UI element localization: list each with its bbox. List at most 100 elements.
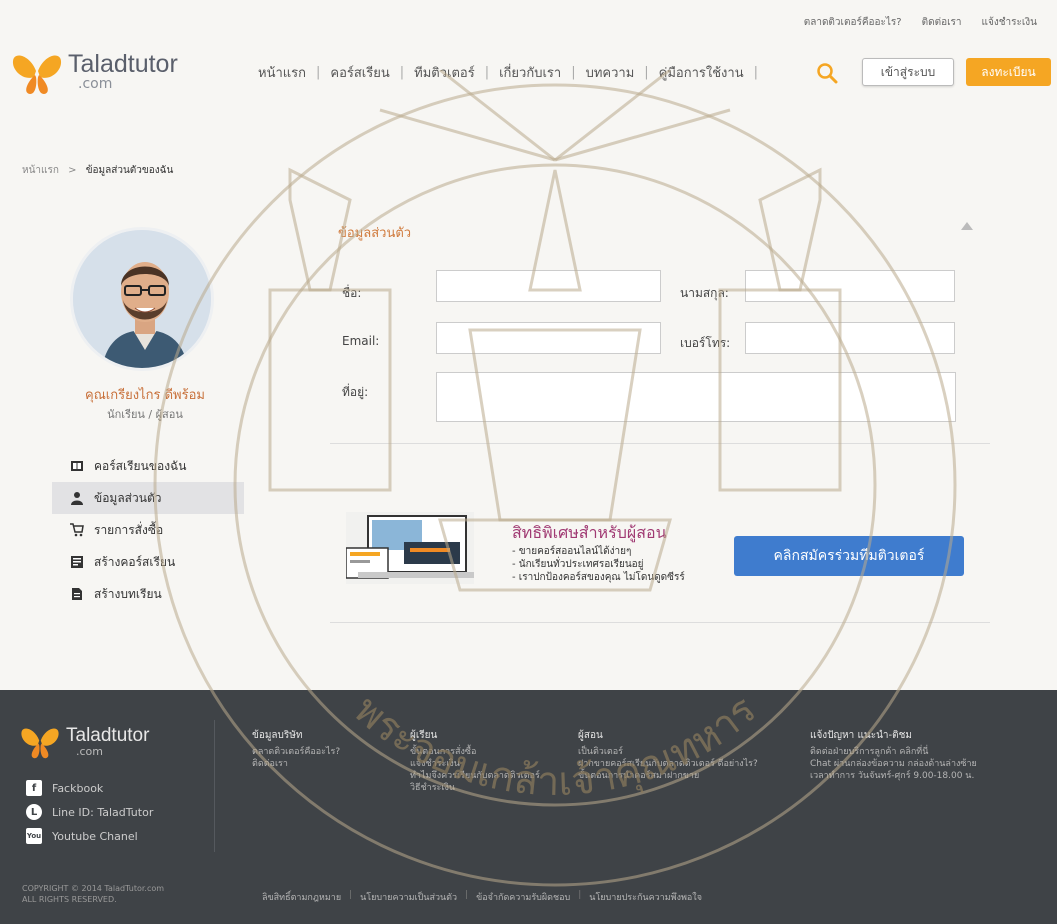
footer-link[interactable]: ตลาดติวเตอร์คืออะไร? [252, 746, 340, 758]
lesson-icon [72, 588, 82, 600]
social-facebook[interactable]: f Fackbook [26, 776, 153, 800]
social-label: Youtube Chanel [52, 829, 138, 843]
footer-link[interactable]: วิธีชำระเงิน [410, 782, 540, 794]
footer-link[interactable]: ฝากขายคอร์สเรียนกับตลาดติวเตอร์ ดีอย่างไ… [578, 758, 758, 770]
copyright: COPYRIGHT © 2014 TaladTutor.com ALL RIGH… [22, 883, 164, 905]
collapse-arrow-icon[interactable] [961, 222, 973, 230]
form-divider [330, 443, 990, 444]
promo-benefit: - นักเรียนทั่วประเทศรอเรียนอยู่ [512, 559, 644, 570]
nav-home[interactable]: หน้าแรก [258, 62, 306, 83]
social-line[interactable]: L Line ID: TaladTutor [26, 800, 153, 824]
top-utility-links: ตลาดติวเตอร์คืออะไร? ติดต่อเรา แจ้งชำระเ… [804, 15, 1037, 30]
line-icon: L [26, 804, 42, 820]
footer-logo-domain: .com [76, 745, 103, 758]
footer-col-tutors: ผู้สอน เป็นติวเตอร์ ฝากขายคอร์สเรียนกับต… [578, 730, 758, 782]
join-tutor-team-button[interactable]: คลิกสมัครร่วมทีมติวเตอร์ [734, 536, 964, 576]
menu-item-label: สร้างคอร์สเรียน [94, 554, 176, 569]
promo-benefits-list: - ขายคอร์สออนไลน์ได้ง่ายๆ - นักเรียนทั่ว… [512, 545, 685, 584]
copyright-line: ALL RIGHTS RESERVED. [22, 895, 117, 904]
avatar-photo [73, 230, 211, 368]
create-course-icon [71, 556, 83, 568]
menu-item-create-course[interactable]: สร้างคอร์สเรียน [52, 546, 244, 578]
payment-notify-link[interactable]: แจ้งชำระเงิน [982, 15, 1037, 30]
profile-role: นักเรียน / ผู้สอน [107, 408, 183, 421]
footer-text: เวลาทำการ วันจันทร์-ศุกร์ 9.00-18.00 น. [810, 771, 975, 781]
search-icon[interactable] [816, 62, 838, 84]
footer-link[interactable]: ขั้นตอนการนำคอร์สมาฝากขาย [578, 770, 758, 782]
menu-item-create-lesson[interactable]: สร้างบทเรียน [52, 578, 244, 610]
footer-col-title: ข้อมูลบริษัท [252, 730, 303, 741]
section-title-personal-info: ข้อมูลส่วนตัว [338, 226, 412, 241]
book-icon [71, 461, 83, 471]
breadcrumb-home[interactable]: หน้าแรก [22, 165, 59, 176]
nav-tutor-team[interactable]: ทีมติวเตอร์ [414, 62, 475, 83]
menu-item-my-courses[interactable]: คอร์สเรียนของฉัน [52, 450, 244, 482]
footer-logo-text: Taladtutor [66, 725, 150, 746]
nav-user-guide[interactable]: คู่มือการใช้งาน [659, 62, 744, 83]
youtube-icon: You [26, 828, 42, 844]
site-header: Taladtutor .com หน้าแรก | คอร์สเรียน | ทีม… [12, 48, 1051, 98]
nav-courses[interactable]: คอร์สเรียน [330, 62, 389, 83]
footer-link[interactable]: ติดต่อเรา [252, 758, 340, 770]
site-logo[interactable]: Taladtutor .com [12, 51, 178, 95]
profile-name: คุณเกรียงไกร ดีพร้อม [85, 388, 205, 403]
user-icon [71, 492, 83, 505]
promo-divider [330, 622, 990, 623]
address-input[interactable] [436, 372, 956, 422]
social-label: Fackbook [52, 781, 104, 795]
main-nav: หน้าแรก | คอร์สเรียน | ทีมติวเตอร์ | เกี่ยว… [258, 62, 768, 83]
breadcrumb-current: ข้อมูลส่วนตัวของฉัน [85, 165, 174, 176]
cart-icon [70, 523, 84, 537]
email-input[interactable] [436, 322, 661, 354]
facebook-icon: f [26, 780, 42, 796]
menu-item-label: รายการสั่งซื้อ [94, 522, 164, 537]
contact-link[interactable]: ติดต่อเรา [922, 15, 962, 30]
butterfly-logo-icon [12, 55, 62, 94]
logo-domain: .com [78, 76, 113, 92]
register-button[interactable]: ลงทะเบียน [966, 58, 1051, 86]
what-is-taladtutor-link[interactable]: ตลาดติวเตอร์คืออะไร? [804, 15, 902, 30]
menu-item-personal-info[interactable]: ข้อมูลส่วนตัว [52, 482, 244, 514]
avatar [70, 227, 214, 371]
laptop-illustration [346, 512, 474, 584]
footer-bottom-links: ลิขสิทธิ์ตามกฎหมาย | นโยบายความเป็นส่วนตั… [262, 890, 702, 904]
footer-col-title: แจ้งปัญหา แนะนำ-ติชม [810, 730, 913, 741]
footer-bottom-link[interactable]: นโยบายประกันความพึงพอใจ [589, 890, 702, 904]
footer-link[interactable]: ขั้นตอนการสั่งซื้อ [410, 746, 540, 758]
copyright-line: COPYRIGHT © 2014 TaladTutor.com [22, 884, 165, 893]
breadcrumb: หน้าแรก > ข้อมูลส่วนตัวของฉัน [22, 163, 173, 178]
menu-item-label: ข้อมูลส่วนตัว [94, 490, 162, 505]
first-name-input[interactable] [436, 270, 661, 302]
footer-col-feedback: แจ้งปัญหา แนะนำ-ติชม ติดต่อฝ่ายบริการลูก… [810, 730, 977, 782]
email-label: Email: [342, 334, 380, 348]
login-button[interactable]: เข้าสู่ระบบ [862, 58, 954, 86]
footer-bottom-link[interactable]: นโยบายความเป็นส่วนตัว [360, 890, 457, 904]
footer-bottom-link[interactable]: ลิขสิทธิ์ตามกฎหมาย [262, 890, 341, 904]
menu-item-label: คอร์สเรียนของฉัน [94, 458, 187, 473]
promo-benefit: - ขายคอร์สออนไลน์ได้ง่ายๆ [512, 546, 632, 557]
social-label: Line ID: TaladTutor [52, 805, 154, 819]
footer-col-title: ผู้สอน [578, 730, 603, 741]
menu-item-label: สร้างบทเรียน [94, 586, 162, 601]
footer-divider [214, 720, 215, 852]
nav-about[interactable]: เกี่ยวกับเรา [499, 62, 561, 83]
nav-articles[interactable]: บทความ [586, 62, 635, 83]
phone-label: เบอร์โทร: [680, 336, 731, 350]
first-name-label: ชื่อ: [342, 286, 362, 300]
footer-col-students: ผู้เรียน ขั้นตอนการสั่งซื้อ แจ้งชำระเงิน… [410, 730, 540, 794]
footer-link[interactable]: เป็นติวเตอร์ [578, 746, 758, 758]
social-youtube[interactable]: You Youtube Chanel [26, 824, 153, 848]
butterfly-logo-icon [21, 728, 59, 759]
last-name-input[interactable] [745, 270, 955, 302]
footer-bottom-link[interactable]: ข้อจำกัดความรับผิดชอบ [476, 890, 570, 904]
footer-link[interactable]: แจ้งชำระเงิน [410, 758, 540, 770]
profile-menu: คอร์สเรียนของฉัน ข้อมูลส่วนตัว รายการสั่… [52, 450, 244, 610]
footer-link[interactable]: ทำไมจึงควรเรียนกับตลาดติวเตอร์ [410, 770, 540, 782]
last-name-label: นามสกุล: [680, 286, 729, 300]
menu-item-orders[interactable]: รายการสั่งซื้อ [52, 514, 244, 546]
phone-input[interactable] [745, 322, 955, 354]
footer-col-company: ข้อมูลบริษัท ตลาดติวเตอร์คืออะไร? ติดต่อ… [252, 730, 340, 770]
footer-logo[interactable]: Taladtutor .com [20, 725, 149, 759]
promo-title: สิทธิพิเศษสำหรับผู้สอน [512, 523, 667, 542]
footer-link[interactable]: ติดต่อฝ่ายบริการลูกค้า คลิกที่นี่ [810, 746, 977, 758]
